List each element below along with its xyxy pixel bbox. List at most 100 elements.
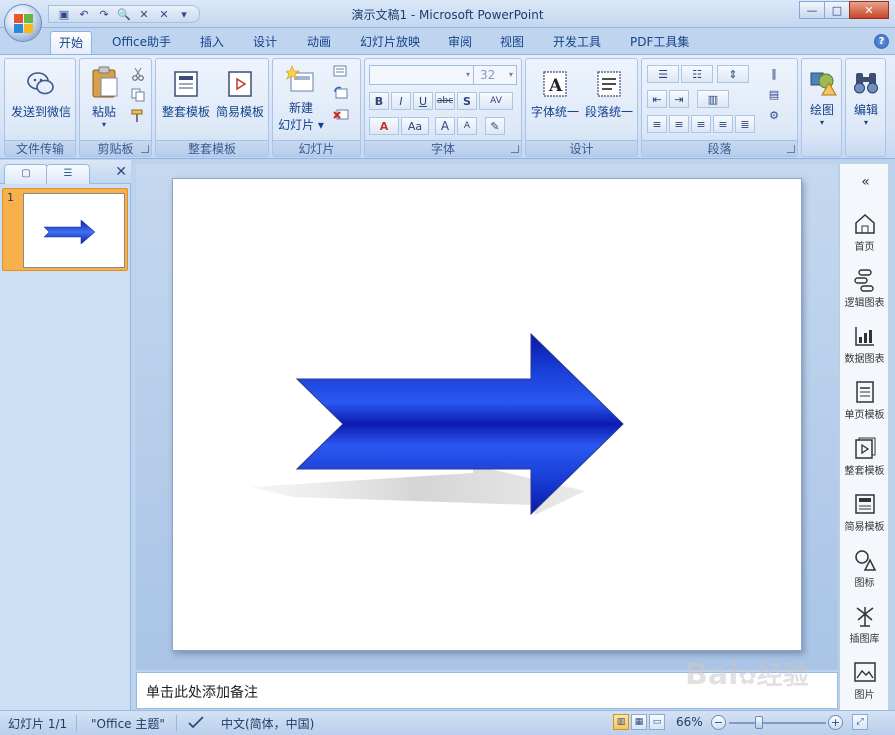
copy-icon[interactable] [128, 86, 148, 104]
sidebar-item-shapes[interactable]: 图标 [840, 548, 889, 589]
editing-dropdown-icon[interactable]: ▾ [846, 118, 886, 127]
reset-slide-icon[interactable] [331, 84, 351, 102]
cut-icon[interactable] [128, 65, 148, 83]
tab-pdf-tools[interactable]: PDF工具集 [622, 31, 697, 54]
grow-font-button[interactable]: A [435, 117, 455, 135]
maximize-button[interactable]: □ [824, 1, 850, 19]
columns-icon[interactable]: ▥ [697, 90, 729, 108]
editing-label: 编辑 [853, 103, 878, 117]
editing-button[interactable]: 编辑 ▾ [846, 67, 886, 127]
tab-developer[interactable]: 开发工具 [545, 31, 609, 54]
undo-icon[interactable]: ↶ [75, 6, 93, 22]
sidebar-item-logic-chart[interactable]: 逻辑图表 [840, 268, 889, 309]
font-size-select[interactable]: 32 ▾ [473, 65, 517, 85]
clear-formatting-button[interactable]: ✎ [485, 117, 505, 135]
increase-indent-icon[interactable]: ⇥ [669, 90, 689, 108]
send-to-wechat-button[interactable]: 发送到微信 [7, 69, 75, 120]
layout-icon[interactable] [331, 63, 351, 81]
zoom-in-button[interactable]: + [828, 715, 843, 730]
close-button[interactable]: ✕ [849, 1, 889, 19]
delete-slide-icon[interactable] [331, 105, 351, 123]
slides-pane: ▢ ☰ ✕ 1 [0, 160, 131, 710]
text-direction-icon[interactable]: ‖ [764, 64, 784, 82]
bullets-icon[interactable]: ☰ [647, 65, 679, 83]
slideshow-view-button[interactable]: ▭ [649, 714, 665, 730]
slide-thumbnail-selected[interactable]: 1 [2, 188, 128, 271]
underline-button[interactable]: U [413, 92, 433, 110]
tab-office-assistant[interactable]: Office助手 [104, 31, 179, 54]
tab-insert[interactable]: 插入 [192, 31, 232, 54]
sidebar-item-simple-template[interactable]: 简易模板 [840, 492, 889, 533]
smartart-icon[interactable]: ⚙ [764, 106, 784, 124]
font-name-select[interactable]: ▾ [369, 65, 474, 85]
full-template-button[interactable]: 整套模板 [159, 69, 213, 120]
slide-sorter-view-button[interactable]: ▦ [631, 714, 647, 730]
sidebar-item-full-template[interactable]: 整套模板 [840, 436, 889, 477]
bold-button[interactable]: B [369, 92, 389, 110]
tab-slides-view-icon[interactable]: ▢ [4, 164, 48, 184]
simple-template-button[interactable]: 简易模板 [213, 69, 267, 120]
align-center-icon[interactable]: ≡ [669, 115, 689, 133]
shrink-font-button[interactable]: A [457, 117, 477, 135]
print-preview-icon[interactable]: 🔍 [115, 6, 133, 22]
redo-icon[interactable]: ↷ [95, 6, 113, 22]
tab-animation[interactable]: 动画 [299, 31, 339, 54]
drawing-button[interactable]: 绘图 ▾ [802, 67, 842, 127]
character-spacing-button[interactable]: AV [479, 92, 513, 110]
paragraph-launcher-icon[interactable] [787, 145, 795, 153]
tab-slideshow[interactable]: 幻灯片放映 [352, 31, 428, 54]
align-right-icon[interactable]: ≡ [691, 115, 711, 133]
format-painter-icon[interactable] [128, 107, 148, 125]
sidebar-item-home[interactable]: 首页 [840, 212, 889, 253]
justify-icon[interactable]: ≡ [713, 115, 733, 133]
sidebar-item-label: 图片 [854, 690, 875, 701]
font-unify-button[interactable]: A 字体统一 [528, 69, 582, 120]
slide-canvas[interactable] [172, 178, 802, 651]
sidebar-item-data-chart[interactable]: 数据图表 [840, 324, 889, 365]
tab-view[interactable]: 视图 [492, 31, 532, 54]
group-design: A 字体统一 段落统一 设计 [525, 58, 638, 157]
change-case-button[interactable]: Aa [401, 117, 429, 135]
font-color-button[interactable]: A [369, 117, 399, 135]
x-icon[interactable]: ✕ [135, 6, 153, 22]
paragraph-unify-button[interactable]: 段落统一 [582, 69, 636, 120]
font-launcher-icon[interactable] [511, 145, 519, 153]
clipboard-launcher-icon[interactable] [141, 145, 149, 153]
numbering-icon[interactable]: ☷ [681, 65, 713, 83]
slide-thumbnail[interactable] [23, 193, 125, 268]
sidebar-item-single-template[interactable]: 单页模板 [840, 380, 889, 421]
spell-check-icon[interactable] [187, 715, 205, 732]
paste-button[interactable]: 粘贴 ▾ [83, 65, 125, 129]
align-left-icon[interactable]: ≡ [647, 115, 667, 133]
normal-view-button[interactable]: ▥ [613, 714, 629, 730]
zoom-out-button[interactable]: − [711, 715, 726, 730]
align-text-icon[interactable]: ▤ [764, 85, 784, 103]
paste-dropdown-icon[interactable]: ▾ [83, 120, 125, 129]
sidebar-item-picture[interactable]: 图片 [840, 660, 889, 701]
zoom-slider-track[interactable] [729, 722, 826, 724]
save-icon[interactable]: ▣ [55, 6, 73, 22]
tab-design[interactable]: 设计 [245, 31, 285, 54]
sidebar-item-illustration[interactable]: 插图库 [840, 604, 889, 645]
distributed-icon[interactable]: ≣ [735, 115, 755, 133]
close-pane-icon[interactable]: ✕ [115, 164, 127, 180]
tab-review[interactable]: 审阅 [440, 31, 480, 54]
fit-to-window-button[interactable]: ⤢ [852, 714, 868, 730]
customize-dropdown-icon[interactable]: ▾ [175, 6, 193, 22]
x-icon[interactable]: ✕ [155, 6, 173, 22]
line-spacing-icon[interactable]: ⇕ [717, 65, 749, 83]
collapse-sidebar-icon[interactable]: « [840, 174, 889, 190]
minimize-button[interactable]: — [799, 1, 825, 19]
strikethrough-button[interactable]: abc [435, 92, 455, 110]
zoom-slider-thumb[interactable] [755, 716, 763, 729]
tab-outline-view-icon[interactable]: ☰ [46, 164, 90, 184]
tab-home[interactable]: 开始 [50, 31, 93, 54]
drawing-dropdown-icon[interactable]: ▾ [802, 118, 842, 127]
help-icon[interactable]: ? [874, 34, 889, 49]
zoom-level[interactable]: 66% [676, 715, 703, 729]
new-slide-button[interactable]: 新建 幻灯片 ▾ [275, 65, 327, 133]
italic-button[interactable]: I [391, 92, 411, 110]
office-button[interactable] [4, 4, 42, 42]
text-shadow-button[interactable]: S [457, 92, 477, 110]
decrease-indent-icon[interactable]: ⇤ [647, 90, 667, 108]
